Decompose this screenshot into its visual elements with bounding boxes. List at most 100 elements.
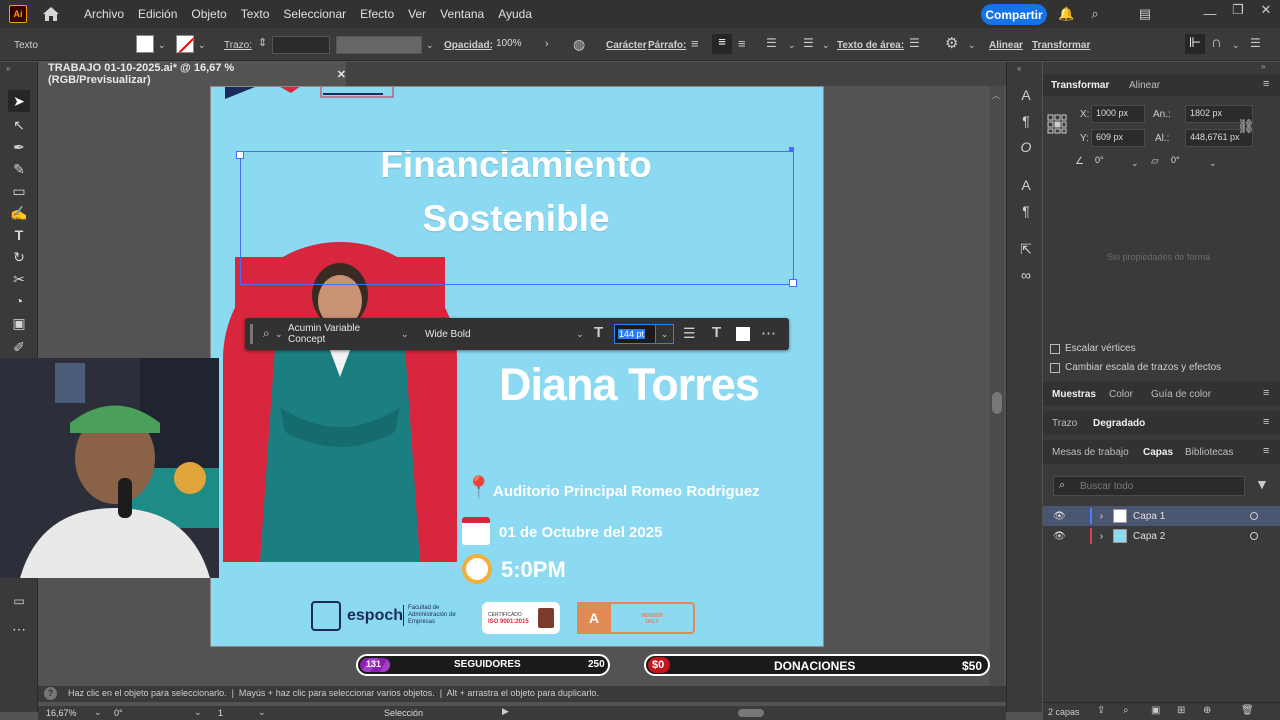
- export-layer-icon[interactable]: ⇪: [1097, 705, 1105, 716]
- venue-text[interactable]: Auditorio Principal Romeo Rodriguez: [493, 483, 813, 500]
- layer-row[interactable]: 👁 › Capa 2: [1043, 526, 1280, 546]
- locate-object-icon[interactable]: ⌕: [1123, 705, 1129, 716]
- pen-tool-icon[interactable]: ✒: [9, 138, 29, 156]
- tab-color[interactable]: Color: [1109, 389, 1133, 400]
- y-input[interactable]: 609 px: [1091, 129, 1145, 147]
- tab-muestras[interactable]: Muestras: [1052, 389, 1096, 400]
- align-center-icon[interactable]: ≡: [712, 34, 732, 54]
- chevron-down-icon[interactable]: ⌄: [1209, 158, 1217, 169]
- search-icon[interactable]: ⌕: [1087, 6, 1103, 22]
- filter-icon[interactable]: ▼: [1255, 476, 1269, 492]
- panel-menu-icon[interactable]: ☰: [1250, 36, 1261, 50]
- target-icon[interactable]: [1250, 532, 1258, 540]
- chevron-down-icon[interactable]: ⌄: [822, 40, 830, 51]
- selection-handle[interactable]: [789, 147, 794, 152]
- opacity-input[interactable]: 100%: [492, 36, 540, 54]
- globe-icon[interactable]: ◍: [573, 36, 585, 53]
- screen-mode-icon[interactable]: ▭: [9, 592, 29, 610]
- help-icon[interactable]: ?: [44, 687, 57, 700]
- tab-trazo[interactable]: Trazo: [1052, 418, 1077, 429]
- menu-archivo[interactable]: Archivo: [77, 7, 131, 21]
- more-tools-icon[interactable]: ⋯: [9, 620, 29, 638]
- menu-objeto[interactable]: Objeto: [184, 7, 233, 21]
- x-input[interactable]: 1000 px: [1091, 105, 1145, 123]
- eyedropper-tool-icon[interactable]: ✐: [9, 338, 29, 356]
- scrollbar-thumb[interactable]: [992, 392, 1002, 414]
- tab-degradado[interactable]: Degradado: [1093, 418, 1145, 429]
- clipping-mask-icon[interactable]: ▣: [1151, 705, 1160, 716]
- stroke-profile-dropdown[interactable]: [336, 36, 422, 54]
- menu-edicion[interactable]: Edición: [131, 7, 184, 21]
- menu-ventana[interactable]: Ventana: [433, 7, 491, 21]
- links-icon[interactable]: ∞: [1017, 266, 1035, 284]
- bullets-icon[interactable]: ☰: [766, 36, 777, 50]
- drag-handle[interactable]: [250, 324, 253, 344]
- panel-menu-icon[interactable]: ≡: [1263, 416, 1269, 428]
- scale-corners-checkbox[interactable]: [1050, 344, 1060, 354]
- direct-selection-tool-icon[interactable]: ↖: [9, 116, 29, 134]
- collapse-icon[interactable]: »: [6, 64, 10, 73]
- font-size-input[interactable]: 144 pt: [614, 324, 656, 344]
- tab-mesas-trabajo[interactable]: Mesas de trabajo: [1052, 447, 1129, 458]
- rectangle-tool-icon[interactable]: ▭: [9, 182, 29, 200]
- opentype-panel-icon[interactable]: O: [1017, 138, 1035, 156]
- opacity-label[interactable]: Opacidad:: [444, 40, 493, 51]
- delete-layer-icon[interactable]: 🗑: [1241, 705, 1254, 716]
- gradient-tool-icon[interactable]: ▣: [9, 314, 29, 332]
- new-sublayer-icon[interactable]: ⊞: [1177, 705, 1185, 716]
- visibility-eye-icon[interactable]: 👁: [1053, 511, 1066, 522]
- font-style-dropdown[interactable]: Wide Bold: [425, 325, 525, 343]
- paragraph-align-icon[interactable]: ☰: [683, 325, 696, 342]
- chevron-down-icon[interactable]: ⌄: [198, 40, 206, 51]
- panel-menu-icon[interactable]: ≡: [1263, 78, 1269, 90]
- text-selection-box[interactable]: [240, 151, 794, 285]
- chevron-down-icon[interactable]: ⌄: [275, 329, 283, 340]
- menu-ver[interactable]: Ver: [401, 7, 433, 21]
- menu-ayuda[interactable]: Ayuda: [491, 7, 539, 21]
- stroke-swatch[interactable]: [176, 35, 194, 53]
- chevron-down-icon[interactable]: ⌄: [1131, 158, 1139, 169]
- font-family-dropdown[interactable]: Acumin Variable Concept: [288, 323, 398, 345]
- fill-swatch[interactable]: [136, 35, 154, 53]
- chevron-down-icon[interactable]: ⌄: [258, 707, 266, 718]
- bell-icon[interactable]: 🔔: [1058, 6, 1074, 22]
- chevron-down-icon[interactable]: ⌄: [94, 707, 102, 718]
- close-window-icon[interactable]: ✕: [1258, 2, 1274, 18]
- home-icon[interactable]: [41, 5, 61, 23]
- chevron-down-icon[interactable]: ⌄: [968, 40, 976, 51]
- character-styles-icon[interactable]: A: [1017, 176, 1035, 194]
- chevron-down-icon[interactable]: ⌄: [401, 329, 409, 340]
- horizontal-scrollbar-thumb[interactable]: [738, 709, 764, 717]
- paragraph-link[interactable]: Párrafo:: [648, 40, 686, 51]
- type-tool-icon[interactable]: T: [9, 226, 29, 244]
- panel-menu-icon[interactable]: ≡: [1263, 387, 1269, 399]
- chevron-down-icon[interactable]: ⌄: [1232, 40, 1240, 51]
- recolor-icon[interactable]: ⚙: [945, 34, 958, 52]
- collapse-panels-icon[interactable]: »: [1261, 62, 1265, 71]
- chevron-down-icon[interactable]: ⌄: [788, 40, 796, 51]
- character-link[interactable]: Carácter: [606, 40, 647, 51]
- artboard-number[interactable]: 1: [218, 708, 223, 718]
- chevron-down-icon[interactable]: ⌄: [194, 707, 202, 718]
- tab-capas[interactable]: Capas: [1143, 447, 1173, 458]
- speaker-name[interactable]: Diana Torres: [499, 359, 799, 413]
- panel-menu-icon[interactable]: ≡: [1263, 445, 1269, 457]
- chevron-right-icon[interactable]: ›: [1100, 531, 1103, 542]
- visibility-eye-icon[interactable]: 👁: [1053, 531, 1066, 542]
- paragraph-styles-icon[interactable]: ¶: [1017, 202, 1035, 220]
- new-layer-icon[interactable]: ⊕: [1203, 705, 1211, 716]
- date-text[interactable]: 01 de Octubre del 2025: [499, 524, 799, 541]
- collapse-icon[interactable]: «: [1017, 64, 1021, 73]
- rotate-tool-icon[interactable]: ↻: [9, 248, 29, 266]
- puppet-warp-icon[interactable]: ⊩: [1185, 34, 1205, 54]
- stroke-label[interactable]: Trazo:: [224, 40, 252, 51]
- transform-link[interactable]: Transformar: [1032, 40, 1090, 51]
- document-tab[interactable]: TRABAJO 01-10-2025.ai* @ 16,67 % (RGB/Pr…: [40, 62, 346, 86]
- rotation-view[interactable]: 0°: [114, 708, 123, 718]
- layer-name[interactable]: Capa 1: [1133, 511, 1165, 522]
- numbered-list-icon[interactable]: ☰: [803, 36, 814, 50]
- menu-seleccionar[interactable]: Seleccionar: [276, 7, 353, 21]
- tab-guia-color[interactable]: Guía de color: [1151, 389, 1211, 400]
- character-panel-icon[interactable]: A: [1017, 86, 1035, 104]
- play-icon[interactable]: ▶: [502, 706, 509, 717]
